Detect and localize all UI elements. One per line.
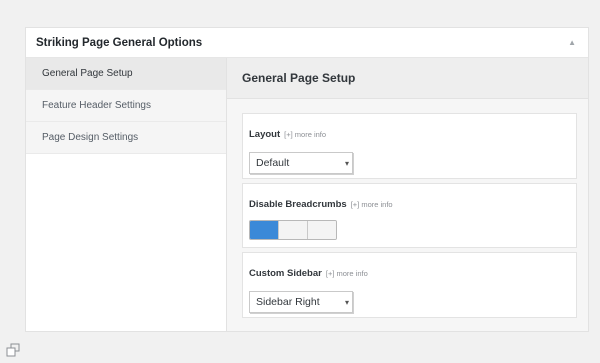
- option-label-row: Layout [+] more info: [249, 124, 576, 142]
- option-disable-breadcrumbs: Disable Breadcrumbs [+] more info: [242, 183, 577, 248]
- option-label: Layout: [249, 129, 281, 140]
- metabox-title: Striking Page General Options: [36, 36, 203, 49]
- option-label: Custom Sidebar: [249, 268, 322, 279]
- toggle-active-segment: [250, 221, 278, 239]
- panel-title: General Page Setup: [227, 58, 588, 99]
- settings-panel: General Page Setup Layout [+] more info D…: [226, 58, 588, 331]
- dropdown-arrow-icon: ▾: [344, 297, 349, 307]
- select-value: Default: [256, 157, 290, 169]
- custom-sidebar-select[interactable]: Sidebar Right ▾: [249, 291, 353, 313]
- more-info-link[interactable]: [+] more info: [326, 269, 368, 278]
- toggle-end-segment: [307, 221, 336, 239]
- layout-select[interactable]: Default ▾: [249, 152, 353, 174]
- more-info-link[interactable]: [+] more info: [284, 130, 326, 139]
- enlarge-icon[interactable]: [6, 343, 20, 357]
- option-label-row: Disable Breadcrumbs [+] more info: [249, 194, 576, 212]
- dropdown-arrow-icon: ▾: [344, 158, 349, 168]
- option-label: Disable Breadcrumbs: [249, 199, 347, 210]
- toggle-middle-segment: [278, 221, 307, 239]
- tab-feature-header-settings[interactable]: Feature Header Settings: [26, 90, 226, 122]
- metabox-header[interactable]: Striking Page General Options ▲: [26, 28, 588, 58]
- select-value: Sidebar Right: [256, 296, 320, 308]
- metabox: Striking Page General Options ▲ General …: [25, 27, 589, 332]
- breadcrumbs-toggle[interactable]: [249, 220, 337, 240]
- option-layout: Layout [+] more info Default ▾: [242, 113, 577, 179]
- tab-page-design-settings[interactable]: Page Design Settings: [26, 122, 226, 154]
- chevron-up-icon[interactable]: ▲: [568, 38, 576, 47]
- option-custom-sidebar: Custom Sidebar [+] more info Sidebar Righ…: [242, 252, 577, 318]
- tab-list: General Page Setup Feature Header Settin…: [26, 58, 226, 331]
- option-label-row: Custom Sidebar [+] more info: [249, 263, 576, 281]
- more-info-link[interactable]: [+] more info: [351, 200, 393, 209]
- tab-general-page-setup[interactable]: General Page Setup: [26, 58, 226, 90]
